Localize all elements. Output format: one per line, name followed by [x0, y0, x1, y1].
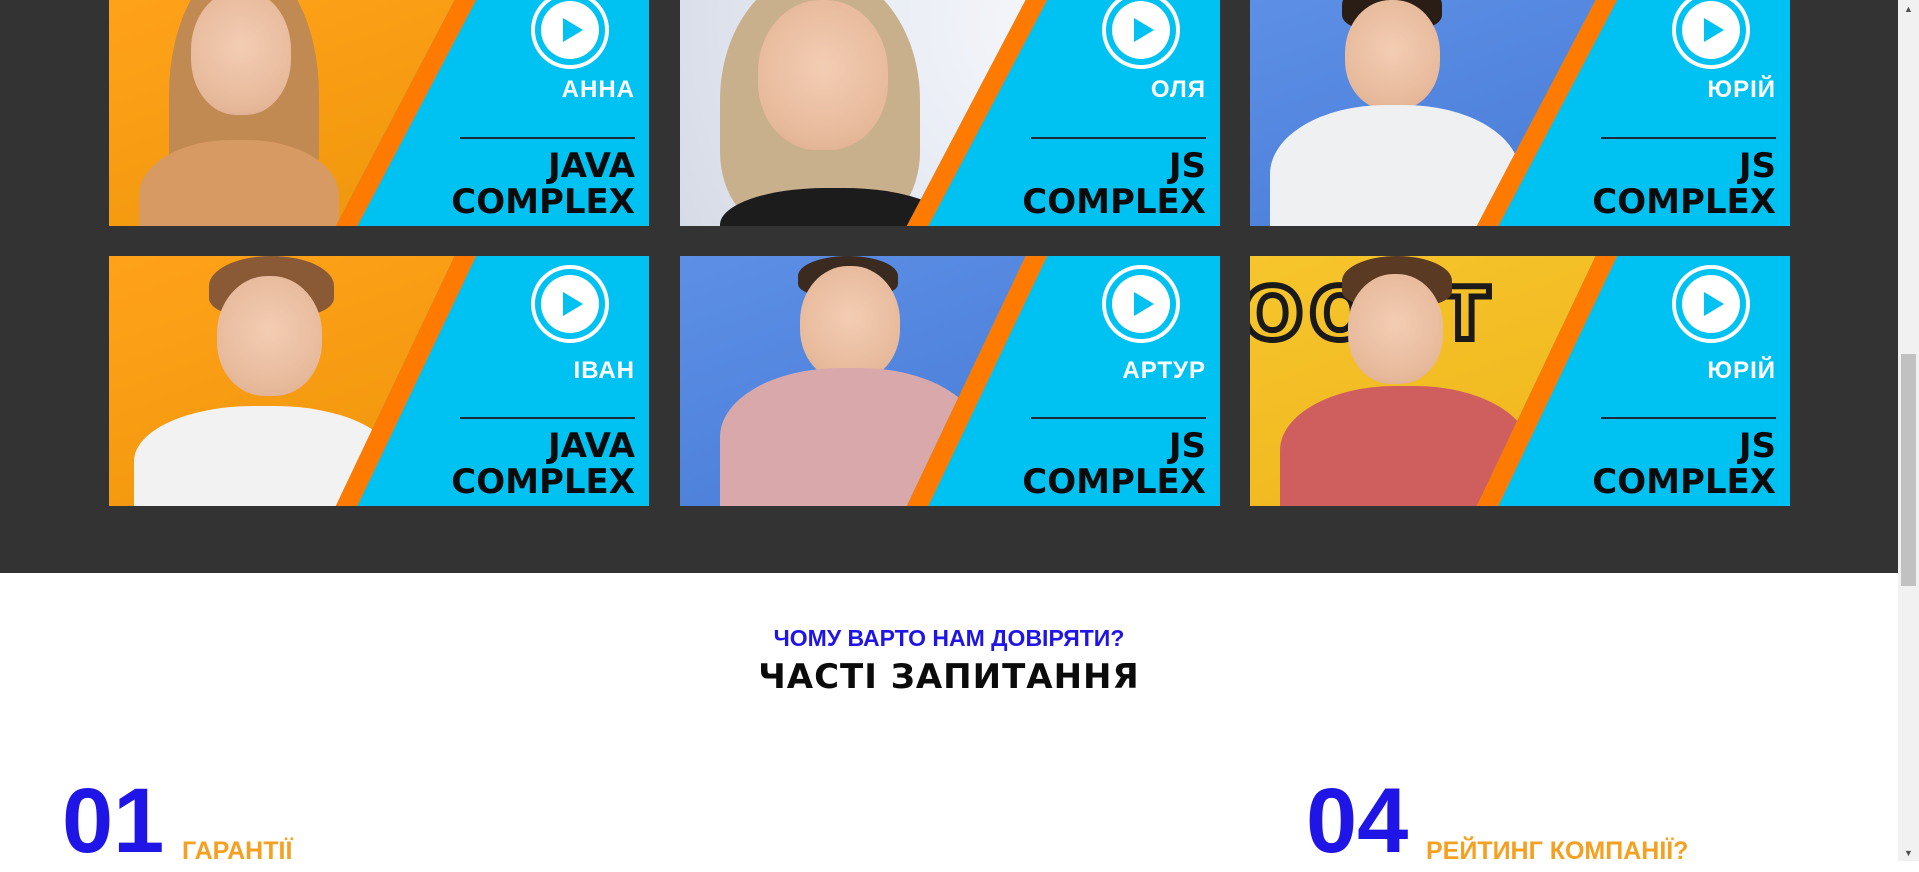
faq-title: ЧАСТІ ЗАПИТАННЯ	[758, 657, 1140, 697]
card-divider	[460, 137, 635, 139]
testimonials-section: АННА JAVA COMPLEX ОЛЯ JS COMPLEX ЮРІЙ JS…	[0, 0, 1898, 573]
play-icon[interactable]	[531, 0, 609, 69]
faq-label-company-rating[interactable]: РЕЙТИНГ КОМПАНІЇ?	[1426, 837, 1688, 866]
video-card-yurii-1[interactable]: ЮРІЙ JS COMPLEX	[1250, 0, 1790, 226]
video-card-yurii-2[interactable]: OO IT ЮРІЙ JS COMPLEX	[1250, 256, 1790, 506]
faq-label-guarantees[interactable]: ГАРАНТІЇ	[182, 837, 292, 866]
chevron-down-icon[interactable]: ▼	[1898, 844, 1919, 861]
student-name: ІВАН	[573, 357, 635, 384]
course-name: JAVA COMPLEX	[451, 146, 635, 222]
student-name: ОЛЯ	[1150, 76, 1206, 103]
course-name: JS COMPLEX	[1022, 426, 1206, 502]
page-scrollbar[interactable]: ▲ ▼	[1898, 0, 1919, 861]
video-card-ivan[interactable]: ІВАН JAVA COMPLEX	[109, 256, 649, 506]
course-name: JS COMPLEX	[1022, 146, 1206, 222]
play-icon[interactable]	[1672, 265, 1750, 343]
card-divider	[460, 417, 635, 419]
play-icon[interactable]	[1672, 0, 1750, 69]
play-icon[interactable]	[1102, 0, 1180, 69]
card-divider	[1031, 417, 1206, 419]
course-name: JS COMPLEX	[1592, 426, 1776, 502]
faq-number-01: 01	[62, 770, 165, 872]
chevron-up-icon[interactable]: ▲	[1898, 0, 1919, 17]
card-divider	[1601, 137, 1776, 139]
faq-number-04: 04	[1306, 770, 1409, 872]
video-card-artur[interactable]: АРТУР JS COMPLEX	[680, 256, 1220, 506]
card-divider	[1601, 417, 1776, 419]
student-name: АРТУР	[1122, 357, 1206, 384]
scrollbar-thumb[interactable]	[1901, 354, 1916, 586]
faq-subtitle: ЧОМУ ВАРТО НАМ ДОВІРЯТИ?	[773, 625, 1125, 651]
student-name: ЮРІЙ	[1707, 76, 1776, 103]
play-icon[interactable]	[1102, 265, 1180, 343]
video-card-anna[interactable]: АННА JAVA COMPLEX	[109, 0, 649, 226]
card-divider	[1031, 137, 1206, 139]
course-name: JAVA COMPLEX	[451, 426, 635, 502]
play-icon[interactable]	[531, 265, 609, 343]
student-name: ЮРІЙ	[1707, 357, 1776, 384]
student-name: АННА	[561, 76, 635, 103]
video-card-olya[interactable]: ОЛЯ JS COMPLEX	[680, 0, 1220, 226]
course-name: JS COMPLEX	[1592, 146, 1776, 222]
